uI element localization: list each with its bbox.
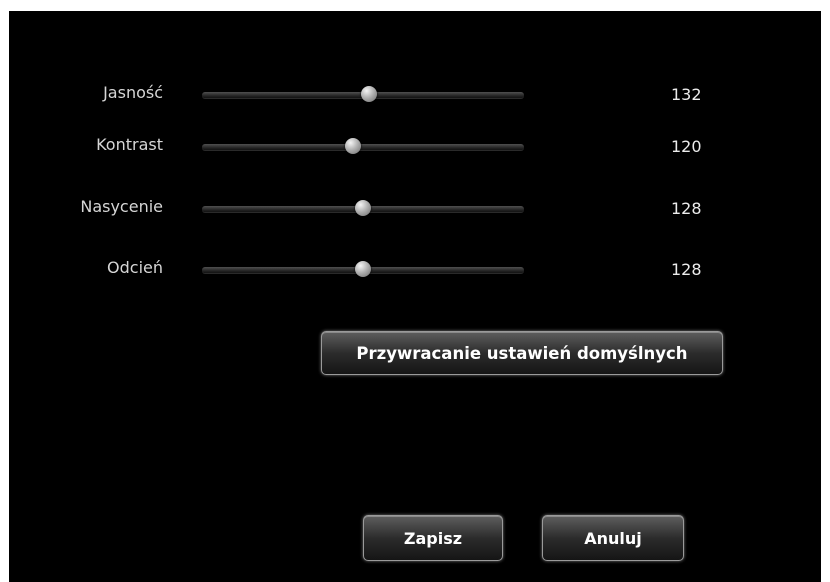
hue-label: Odcień bbox=[107, 258, 163, 277]
brightness-label: Jasność bbox=[103, 83, 163, 102]
slider-row-hue: Odcień 128 bbox=[9, 254, 821, 284]
hue-slider-thumb[interactable] bbox=[355, 261, 371, 277]
cancel-button[interactable]: Anuluj bbox=[542, 515, 684, 561]
restore-defaults-button[interactable]: Przywracanie ustawień domyślnych bbox=[321, 331, 723, 375]
slider-row-contrast: Kontrast 120 bbox=[9, 131, 821, 161]
contrast-value: 120 bbox=[671, 137, 702, 156]
save-button[interactable]: Zapisz bbox=[363, 515, 503, 561]
saturation-label: Nasycenie bbox=[80, 197, 163, 216]
contrast-slider-thumb[interactable] bbox=[345, 138, 362, 154]
image-settings-dialog: Jasność 132 Kontrast 120 Nasycenie 128 O… bbox=[9, 11, 821, 582]
saturation-value: 128 bbox=[671, 199, 702, 218]
brightness-slider-thumb[interactable] bbox=[361, 86, 378, 102]
slider-row-brightness: Jasność 132 bbox=[9, 79, 821, 109]
contrast-slider-track[interactable] bbox=[202, 144, 524, 150]
contrast-label: Kontrast bbox=[96, 135, 163, 154]
hue-value: 128 bbox=[671, 260, 702, 279]
slider-row-saturation: Nasycenie 128 bbox=[9, 193, 821, 223]
saturation-slider-thumb[interactable] bbox=[355, 200, 371, 216]
brightness-value: 132 bbox=[671, 85, 702, 104]
